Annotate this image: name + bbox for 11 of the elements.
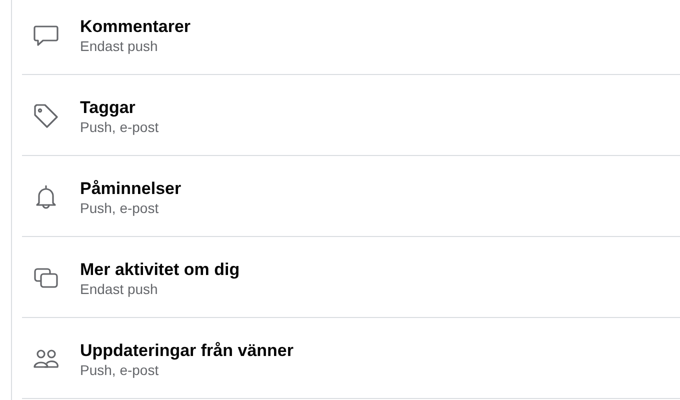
setting-subtitle: Endast push <box>80 280 159 298</box>
tag-icon <box>32 102 60 130</box>
setting-title[interactable]: Uppdateringar från vänner <box>80 340 294 360</box>
setting-title[interactable]: Påminnelser <box>80 178 182 198</box>
setting-title[interactable]: Taggar <box>80 96 159 118</box>
setting-subtitle: Push, e-post <box>80 360 160 378</box>
setting-subtitle: Push, e-post <box>80 198 160 216</box>
setting-title[interactable]: Kommentarer <box>80 16 191 36</box>
setting-title[interactable]: Mer aktivitet om dig <box>80 258 240 280</box>
setting-subtitle: Endast push <box>80 36 159 54</box>
setting-subtitle: Push, e-post <box>80 118 159 136</box>
